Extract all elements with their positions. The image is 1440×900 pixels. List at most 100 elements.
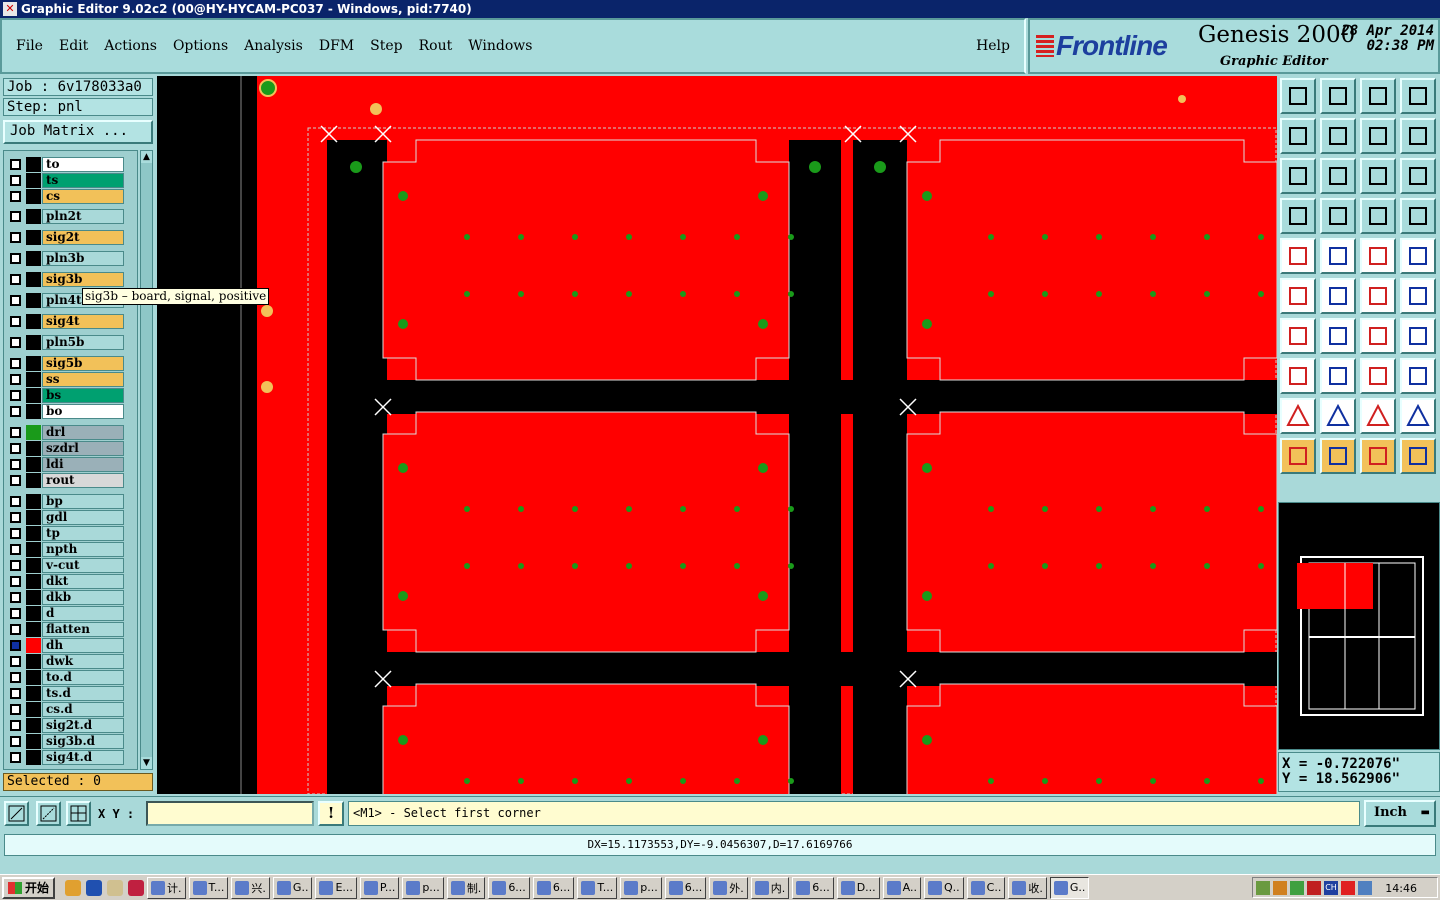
- ruler-icon[interactable]: [1360, 238, 1396, 274]
- pan-right-icon[interactable]: [1320, 118, 1356, 154]
- layer-name[interactable]: dwk: [42, 654, 124, 669]
- layer-checkbox[interactable]: [10, 459, 21, 470]
- layer-row-d[interactable]: d: [6, 606, 136, 621]
- layer-checkbox[interactable]: [10, 528, 21, 539]
- layer-row-dh[interactable]: dh: [6, 638, 136, 653]
- graphics-canvas[interactable]: [157, 76, 1277, 794]
- layer-checkbox[interactable]: [10, 736, 21, 747]
- quicklaunch-clock-icon[interactable]: [65, 879, 82, 896]
- split-icon[interactable]: [1320, 358, 1356, 394]
- layer-name[interactable]: pln5b: [42, 335, 124, 350]
- zoom-center-icon[interactable]: [1320, 158, 1356, 194]
- layer-color-swatch[interactable]: [26, 526, 41, 541]
- layer-color-swatch[interactable]: [26, 356, 41, 371]
- layer-row-bp[interactable]: bp: [6, 494, 136, 509]
- layer-row-sig2t[interactable]: sig2t: [6, 230, 136, 245]
- layer-checkbox[interactable]: [10, 358, 21, 369]
- xy-input[interactable]: [146, 801, 314, 826]
- taskbar-item[interactable]: 计.: [147, 876, 186, 899]
- layer-color-swatch[interactable]: [26, 335, 41, 350]
- layer-checkbox[interactable]: [10, 211, 21, 222]
- layer-scrollbar[interactable]: ▲ ▼: [140, 150, 153, 770]
- menu-file[interactable]: File: [16, 38, 43, 54]
- layer-checkbox[interactable]: [10, 720, 21, 731]
- layer-name[interactable]: szdrl: [42, 441, 124, 456]
- layer-color-swatch[interactable]: [26, 173, 41, 188]
- taskbar-item[interactable]: 6...: [532, 876, 575, 899]
- layer-color-swatch[interactable]: [26, 718, 41, 733]
- quicklaunch-notepad-icon[interactable]: [107, 879, 124, 896]
- layer-color-swatch[interactable]: [26, 314, 41, 329]
- taskbar-item[interactable]: T...: [188, 876, 229, 899]
- layer-checkbox[interactable]: [10, 624, 21, 635]
- pad-icon[interactable]: [1280, 358, 1316, 394]
- layer-color-swatch[interactable]: [26, 372, 41, 387]
- angle-icon[interactable]: [1280, 318, 1316, 354]
- layer-row-gdl[interactable]: gdl: [6, 510, 136, 525]
- taskbar-item[interactable]: E...: [315, 876, 357, 899]
- layer-color-swatch[interactable]: [26, 293, 41, 308]
- menu-analysis[interactable]: Analysis: [244, 38, 303, 54]
- layer-checkbox[interactable]: [10, 672, 21, 683]
- layer-name[interactable]: d: [42, 606, 124, 621]
- scroll-down-icon[interactable]: ▼: [141, 757, 152, 769]
- layer-color-swatch[interactable]: [26, 441, 41, 456]
- layer-name[interactable]: pln2t: [42, 209, 124, 224]
- triangle-alt-icon[interactable]: [1320, 398, 1356, 434]
- copy-icon[interactable]: [1400, 278, 1436, 314]
- layer-checkbox[interactable]: [10, 316, 21, 327]
- layer-checkbox[interactable]: [10, 337, 21, 348]
- layer-name[interactable]: gdl: [42, 510, 124, 525]
- layer-checkbox[interactable]: [10, 576, 21, 587]
- layer-color-swatch[interactable]: [26, 686, 41, 701]
- move-icon[interactable]: [1360, 278, 1396, 314]
- menu-rout[interactable]: Rout: [419, 38, 453, 54]
- layer-color-swatch[interactable]: [26, 654, 41, 669]
- layer-checkbox[interactable]: [10, 560, 21, 571]
- menu-windows[interactable]: Windows: [468, 38, 532, 54]
- layer-row-cs.d[interactable]: cs.d: [6, 702, 136, 717]
- layer-row-sig3b.d[interactable]: sig3b.d: [6, 734, 136, 749]
- layer-color-swatch[interactable]: [26, 702, 41, 717]
- layer-color-swatch[interactable]: [26, 494, 41, 509]
- layer-checkbox[interactable]: [10, 512, 21, 523]
- taskbar-item[interactable]: 兴.: [231, 876, 270, 899]
- layer-row-dkt[interactable]: dkt: [6, 574, 136, 589]
- taskbar-item[interactable]: A..: [882, 876, 921, 899]
- zoom-reset-icon[interactable]: [1320, 78, 1356, 114]
- layer-name[interactable]: sig4t.d: [42, 750, 124, 765]
- triangle-icon[interactable]: [1280, 398, 1316, 434]
- taskbar-item[interactable]: 内.: [750, 876, 790, 899]
- menu-actions[interactable]: Actions: [104, 38, 157, 54]
- layer-name[interactable]: flatten: [42, 622, 124, 637]
- layer-row-v-cut[interactable]: v-cut: [6, 558, 136, 573]
- layer-name[interactable]: ldi: [42, 457, 124, 472]
- target-icon[interactable]: [1400, 238, 1436, 274]
- layer-name[interactable]: sig3b.d: [42, 734, 124, 749]
- layer-row-dkb[interactable]: dkb: [6, 590, 136, 605]
- layer-name[interactable]: sig2t.d: [42, 718, 124, 733]
- arc-icon[interactable]: [1360, 318, 1396, 354]
- layer-color-swatch[interactable]: [26, 457, 41, 472]
- layer-row-ldi[interactable]: ldi: [6, 457, 136, 472]
- taskbar-item[interactable]: 外.: [709, 876, 748, 899]
- layer-row-drl[interactable]: drl: [6, 425, 136, 440]
- taskbar-item[interactable]: 6...: [792, 876, 834, 899]
- zoom-home-icon[interactable]: [1280, 78, 1316, 114]
- layer-row-pln2t[interactable]: pln2t: [6, 209, 136, 224]
- layer-checkbox[interactable]: [10, 253, 21, 264]
- pointer-sel-icon[interactable]: [1360, 438, 1396, 474]
- snap-active-icon[interactable]: [1400, 198, 1436, 234]
- layer-row-sig5b[interactable]: sig5b: [6, 356, 136, 371]
- taskbar-item[interactable]: T...: [577, 876, 618, 899]
- quicklaunch-save-icon[interactable]: [128, 879, 145, 896]
- menu-help[interactable]: Help: [976, 38, 1010, 54]
- layer-checkbox[interactable]: [10, 159, 21, 170]
- zoom-area-icon[interactable]: [4, 801, 29, 826]
- mirror-icon[interactable]: [1400, 318, 1436, 354]
- layer-row-rout[interactable]: rout: [6, 473, 136, 488]
- taskbar-item[interactable]: P...: [359, 876, 400, 899]
- layer-row-sig4t[interactable]: sig4t: [6, 314, 136, 329]
- layer-checkbox[interactable]: [10, 752, 21, 763]
- pointer-box-icon[interactable]: [1320, 438, 1356, 474]
